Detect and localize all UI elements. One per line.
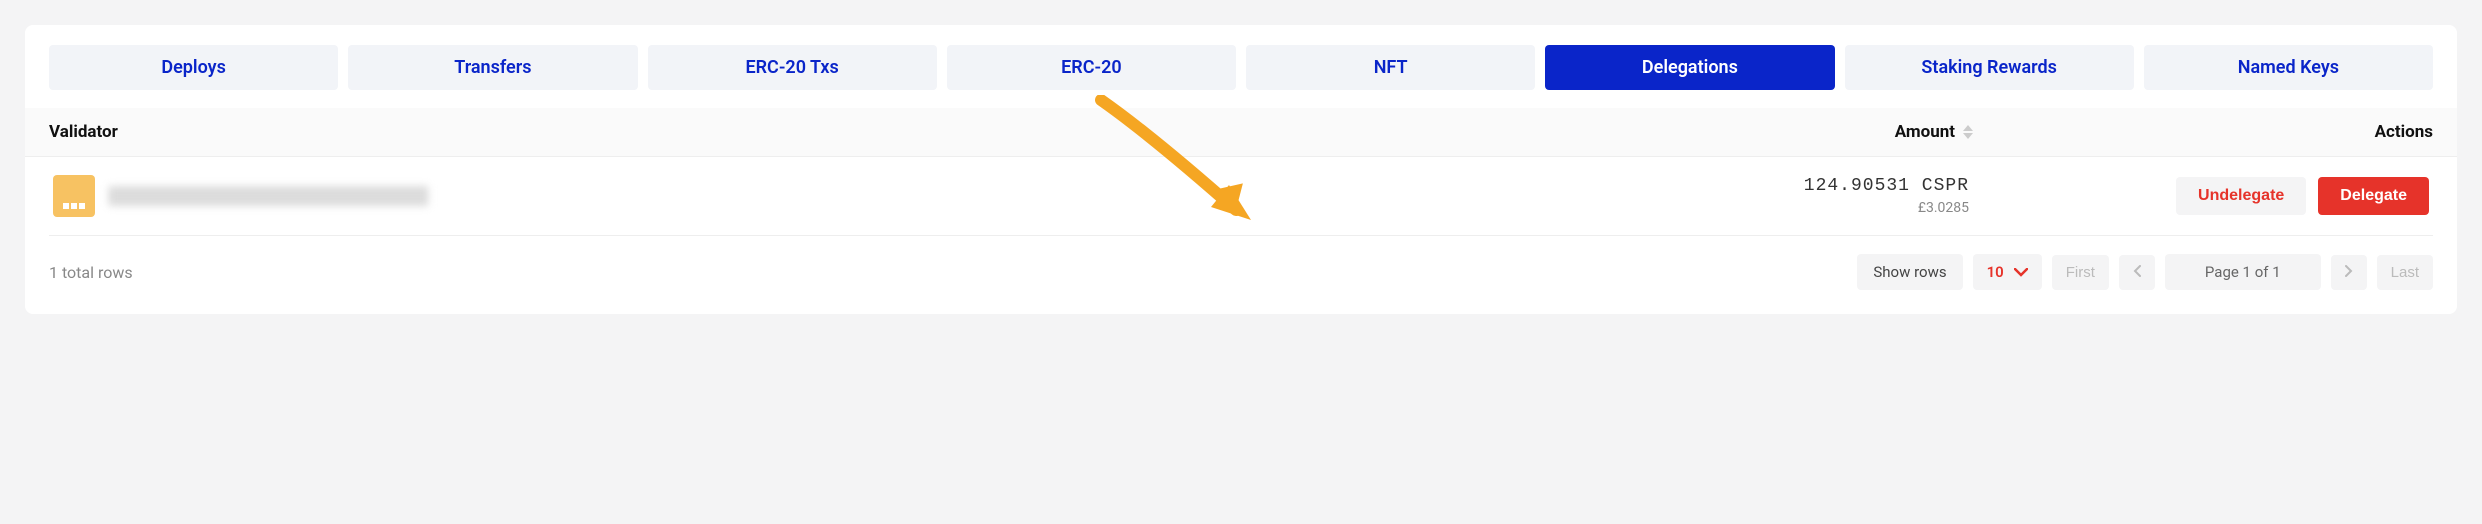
page-info: Page 1 of 1 <box>2165 254 2321 290</box>
tab-nft[interactable]: NFT <box>1246 45 1535 90</box>
delegate-button[interactable]: Delegate <box>2318 177 2429 215</box>
chevron-left-icon <box>2133 265 2141 277</box>
sort-icon[interactable] <box>1963 125 1973 139</box>
tab-erc20[interactable]: ERC-20 <box>947 45 1236 90</box>
column-amount: Amount <box>1895 122 1955 142</box>
validator-address <box>109 186 429 206</box>
tab-deploys[interactable]: Deploys <box>49 45 338 90</box>
last-page-button[interactable]: Last <box>2377 255 2433 290</box>
next-page-button[interactable] <box>2331 255 2367 290</box>
table-row: 124.90531 CSPR £3.0285 Undelegate Delega… <box>49 157 2433 236</box>
rows-select[interactable]: 10 <box>1973 254 2042 290</box>
tab-transfers[interactable]: Transfers <box>348 45 637 90</box>
amount-cell: 124.90531 CSPR £3.0285 <box>1669 176 1969 216</box>
validator-avatar-icon <box>53 175 95 217</box>
chevron-right-icon <box>2345 265 2353 277</box>
undelegate-button[interactable]: Undelegate <box>2176 177 2306 215</box>
validator-cell[interactable] <box>53 175 1669 217</box>
tab-named-keys[interactable]: Named Keys <box>2144 45 2433 90</box>
tab-delegations[interactable]: Delegations <box>1545 45 1834 90</box>
tabs-container: Deploys Transfers ERC-20 Txs ERC-20 NFT … <box>49 45 2433 90</box>
rows-select-value: 10 <box>1987 263 2004 281</box>
prev-page-button[interactable] <box>2119 255 2155 290</box>
amount-fiat: £3.0285 <box>1669 200 1969 216</box>
amount-value: 124.90531 CSPR <box>1669 176 1969 196</box>
first-page-button[interactable]: First <box>2052 255 2109 290</box>
table-header: Validator Amount Actions <box>25 108 2457 157</box>
table-footer: 1 total rows Show rows 10 First Page 1 o… <box>49 236 2433 290</box>
actions-cell: Undelegate Delegate <box>1969 177 2429 215</box>
column-validator: Validator <box>49 122 1673 142</box>
column-actions: Actions <box>1973 122 2433 142</box>
chevron-down-icon <box>2014 268 2028 277</box>
total-rows: 1 total rows <box>49 263 1847 282</box>
show-rows-label: Show rows <box>1857 254 1962 290</box>
tab-erc20-txs[interactable]: ERC-20 Txs <box>648 45 937 90</box>
tab-staking-rewards[interactable]: Staking Rewards <box>1845 45 2134 90</box>
